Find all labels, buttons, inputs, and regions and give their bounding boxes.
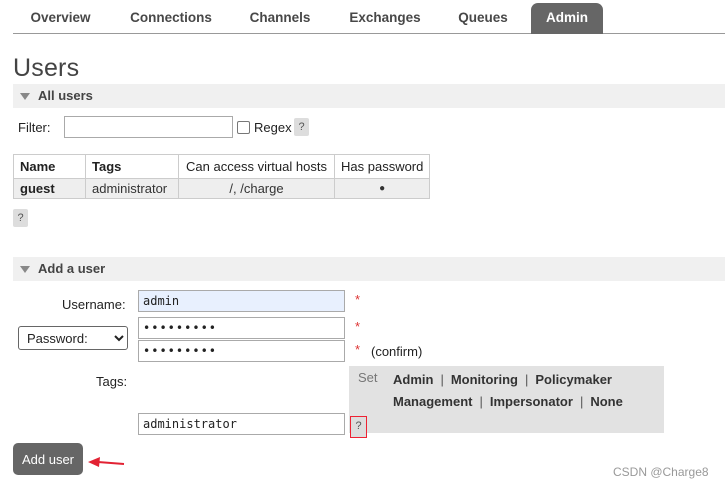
password-confirm-input[interactable]	[138, 340, 345, 362]
user-has-password-cell: ●	[333, 178, 431, 199]
tags-input[interactable]	[138, 413, 345, 435]
col-header-tags: Tags	[85, 154, 179, 179]
table-help-button[interactable]: ?	[13, 209, 28, 227]
tags-help-button[interactable]: ?	[350, 416, 367, 438]
user-name-link[interactable]: guest	[13, 178, 86, 199]
tag-separator: |	[479, 394, 483, 409]
tab-exchanges[interactable]: Exchanges	[335, 3, 435, 34]
set-label: Set	[358, 370, 378, 385]
tag-separator: |	[579, 394, 584, 409]
page-title: Users	[13, 54, 80, 82]
filter-label: Filter:	[18, 120, 51, 135]
tag-option-policymaker[interactable]: Policymaker	[535, 372, 612, 387]
tab-overview[interactable]: Overview	[13, 3, 108, 34]
user-vhosts-cell: /, /charge	[178, 178, 335, 199]
filter-input[interactable]	[64, 116, 233, 138]
password-required-mark: *	[355, 319, 361, 334]
add-user-button[interactable]: Add user	[13, 443, 83, 475]
filter-help-button[interactable]: ?	[294, 118, 309, 136]
tab-queues[interactable]: Queues	[443, 3, 523, 34]
confirm-required-mark: *	[355, 342, 361, 357]
tab-admin[interactable]: Admin	[531, 3, 603, 34]
username-required-mark: *	[355, 292, 361, 307]
tag-option-admin[interactable]: Admin	[393, 372, 433, 387]
tag-separator: |	[440, 372, 444, 387]
col-header-name: Name	[13, 154, 86, 179]
add-user-section-toggle[interactable]: Add a user	[13, 257, 725, 281]
tag-option-management[interactable]: Management	[393, 394, 472, 409]
all-users-section-toggle[interactable]: All users	[13, 84, 725, 108]
regex-label: Regex	[254, 120, 292, 135]
username-input[interactable]	[138, 290, 345, 312]
tag-option-none[interactable]: None	[590, 394, 623, 409]
tag-presets-box: Set Admin | Monitoring | Policymaker Managem…	[349, 366, 664, 433]
tag-separator: |	[525, 372, 529, 387]
tab-connections[interactable]: Connections	[115, 3, 227, 34]
tags-label: Tags:	[96, 374, 128, 389]
top-nav: Overview Connections Channels Exchanges …	[13, 0, 725, 34]
tab-channels[interactable]: Channels	[235, 3, 325, 34]
users-table: Name Tags Can access virtual hosts Has p…	[13, 154, 431, 199]
col-header-has-password: Has password	[333, 154, 431, 179]
password-input[interactable]	[138, 317, 345, 339]
all-users-section-label: All users	[38, 88, 93, 103]
col-header-vhosts: Can access virtual hosts	[178, 154, 335, 179]
tag-option-impersonator[interactable]: Impersonator	[490, 394, 573, 409]
collapse-triangle-icon	[20, 93, 30, 100]
confirm-label: (confirm)	[371, 344, 423, 359]
collapse-triangle-icon	[20, 266, 30, 273]
tag-option-monitoring[interactable]: Monitoring	[451, 372, 518, 387]
watermark: CSDN @Charge8	[613, 465, 709, 479]
username-label: Username:	[62, 297, 126, 312]
add-user-section-label: Add a user	[38, 261, 106, 276]
annotation-arrow-icon	[88, 457, 125, 467]
password-mode-select[interactable]: Password:	[18, 326, 128, 350]
user-tags-cell: administrator	[85, 178, 179, 199]
regex-checkbox[interactable]	[237, 121, 250, 134]
table-row: guest administrator /, /charge ●	[13, 178, 431, 199]
